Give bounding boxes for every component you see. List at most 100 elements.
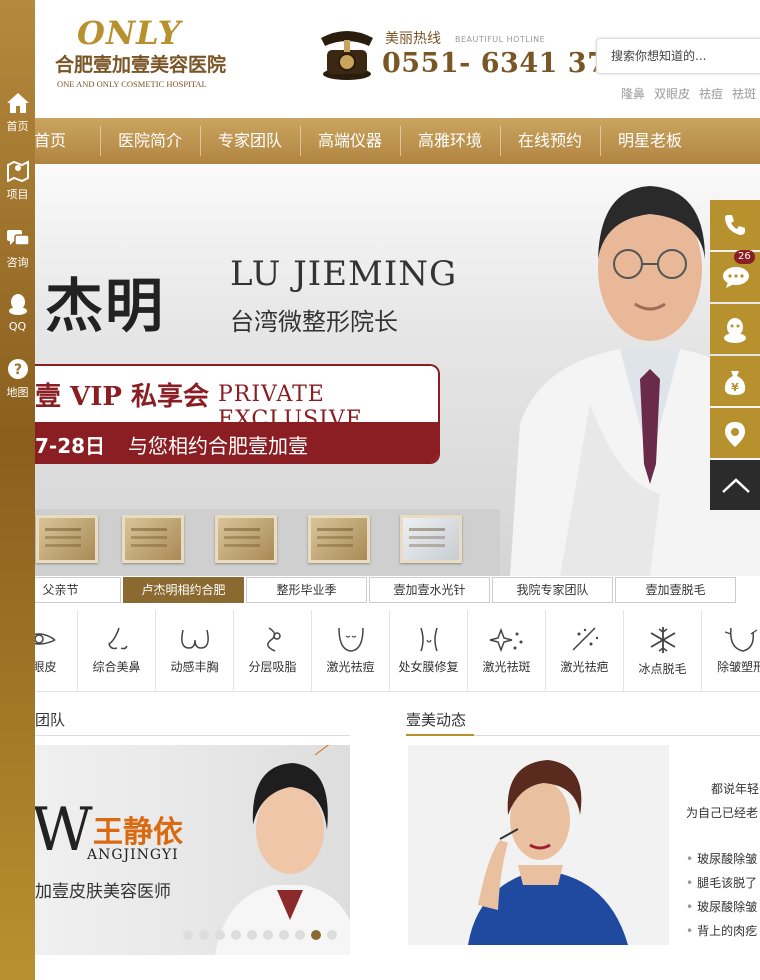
float-location-button[interactable]	[710, 408, 760, 458]
nav-boss[interactable]: 明星老板	[600, 118, 700, 164]
nav-about[interactable]: 医院简介	[100, 118, 200, 164]
header: ONLY 合肥壹加壹美容医院 ONE AND ONLY COSMETIC HOS…	[35, 0, 760, 118]
location-pin-icon	[725, 422, 745, 447]
tab-expert-team[interactable]: 我院专家团队	[492, 577, 613, 603]
carousel-dot-active[interactable]	[311, 930, 321, 940]
money-bag-icon: ¥	[724, 371, 746, 395]
hotline-label: 美丽热线	[385, 31, 441, 47]
laser-icon	[571, 627, 598, 651]
service-label: 激光祛疤	[560, 660, 609, 674]
service-scar[interactable]: 激光祛疤	[546, 610, 624, 692]
news-intro-line1: 都说年轻	[711, 782, 760, 796]
model-photo	[468, 760, 628, 945]
back-to-top-icon	[722, 478, 750, 493]
service-breast[interactable]: 动感丰胸	[156, 610, 234, 692]
svg-text:¥: ¥	[731, 381, 739, 394]
hospital-logo[interactable]: ONLY 合肥壹加壹美容医院 ONE AND ONLY COSMETIC HOS…	[55, 17, 237, 89]
sidebar-item-label: 项目	[6, 188, 29, 201]
team-carousel[interactable]: W 王静依 ANGJINGYI 加壹皮肤美容医师	[35, 745, 350, 955]
team-doctor-name-en: ANGJINGYI	[87, 847, 179, 863]
banner-doctor-title: 台湾微整形院长	[230, 308, 398, 336]
nav-booking[interactable]: 在线预约	[500, 118, 600, 164]
carousel-dot[interactable]	[279, 930, 289, 940]
main-nav: 首页 医院简介 专家团队 高端仪器 高雅环境 在线预约 明星老板	[0, 118, 760, 164]
news-section-title: 壹美动态	[406, 711, 467, 729]
face-icon	[337, 627, 364, 652]
service-nose[interactable]: 综合美鼻	[78, 610, 156, 692]
certificate-image	[122, 515, 184, 563]
vip-top: 壹 VIP 私享会 PRIVATE EXCLUSIVE	[0, 366, 438, 432]
vip-slogan: 与您相约合肥壹加壹	[128, 434, 308, 458]
tag-link[interactable]: 祛痘	[699, 87, 723, 101]
banner-tabs: 父亲节 卢杰明相约合肥 整形毕业季 壹加壹水光针 我院专家团队 壹加壹脱毛	[0, 576, 760, 604]
carousel-dot[interactable]	[295, 930, 305, 940]
doctor-portrait	[215, 745, 350, 955]
news-list-item[interactable]: 背上的肉疙	[686, 922, 757, 939]
team-doctor-role: 加壹皮肤美容医师	[35, 882, 171, 902]
news-list-item[interactable]: 玻尿酸除皱	[686, 898, 757, 915]
vip-date: 7-28日	[35, 434, 106, 458]
service-icons-row: 双眼皮 综合美鼻 动感丰胸 分层吸脂 激光祛痘 处女膜修复 激光祛斑 激光祛疤	[0, 610, 760, 692]
svg-text:?: ?	[13, 362, 21, 378]
sidebar-item-consult[interactable]: 咨询	[0, 228, 35, 270]
news-list-item[interactable]: 玻尿酸除皱	[686, 850, 757, 867]
carousel-dot[interactable]	[327, 930, 337, 940]
carousel-dot[interactable]	[231, 930, 241, 940]
tag-link[interactable]: 双眼皮	[654, 87, 690, 101]
hero-banner[interactable]: 杰明 LU JIEMING 台湾微整形院长 壹 VIP 私享会 PRIVATE …	[0, 164, 760, 576]
service-label: 激光祛斑	[482, 660, 531, 674]
float-chat-button[interactable]: 26	[710, 250, 760, 302]
search-input[interactable]: 搜索你想知道的...	[596, 38, 760, 74]
news-feature-image[interactable]	[408, 745, 669, 945]
sparkle-icon	[489, 627, 522, 652]
sidebar-item-qq[interactable]: QQ	[0, 292, 35, 333]
qq-icon	[8, 294, 27, 315]
float-qq-button[interactable]	[710, 304, 760, 354]
nav-equipment[interactable]: 高端仪器	[300, 118, 400, 164]
page: 首页 项目 咨询 QQ ? 地图 ONLY 合肥壹加壹美容医院 ONE AND …	[0, 0, 760, 980]
nav-experts[interactable]: 专家团队	[200, 118, 300, 164]
vip-bottom: 7-28日 与您相约合肥壹加壹	[0, 422, 438, 462]
tab-hair-removal[interactable]: 壹加壹脱毛	[615, 577, 736, 603]
carousel-dot[interactable]	[183, 930, 193, 940]
team-section-title: 团队	[35, 711, 66, 729]
body-curve-icon	[266, 627, 281, 652]
tag-link[interactable]: 祛斑	[732, 87, 756, 101]
sidebar-item-home[interactable]: 首页	[0, 92, 35, 134]
hotline-label-en: BEAUTIFUL HOTLINE	[455, 35, 546, 44]
service-liposuction[interactable]: 分层吸脂	[234, 610, 312, 692]
float-phone-button[interactable]	[710, 200, 760, 250]
service-acne[interactable]: 激光祛痘	[312, 610, 390, 692]
service-label: 冰点脱毛	[638, 662, 687, 676]
carousel-dot[interactable]	[263, 930, 273, 940]
service-freckle[interactable]: 激光祛斑	[468, 610, 546, 692]
qq-icon	[724, 318, 746, 343]
service-hair-removal[interactable]: 冰点脱毛	[624, 610, 702, 692]
chat-count-badge: 26	[734, 250, 755, 264]
sidebar-item-projects[interactable]: 项目	[0, 160, 35, 202]
carousel-dot[interactable]	[199, 930, 209, 940]
left-sidebar: 首页 项目 咨询 QQ ? 地图	[0, 0, 35, 980]
float-price-button[interactable]: ¥	[710, 356, 760, 406]
carousel-dots	[183, 925, 343, 944]
back-to-top-button[interactable]	[710, 460, 760, 510]
tab-lu-jieming[interactable]: 卢杰明相约合肥	[123, 577, 244, 603]
help-icon: ?	[7, 359, 28, 379]
carousel-dot[interactable]	[247, 930, 257, 940]
logo-chinese-name: 合肥壹加壹美容医院	[55, 54, 227, 76]
tab-graduation[interactable]: 整形毕业季	[246, 577, 367, 603]
service-hymen[interactable]: 处女膜修复	[390, 610, 468, 692]
sidebar-item-map[interactable]: ? 地图	[0, 358, 35, 400]
chat-icon	[6, 230, 30, 246]
team-initial: W	[35, 795, 93, 865]
tag-link[interactable]: 隆鼻	[621, 87, 645, 101]
news-list-item[interactable]: 腿毛该脱了	[686, 874, 757, 891]
nav-environment[interactable]: 高雅环境	[400, 118, 500, 164]
breast-icon	[180, 629, 209, 649]
tab-water-light[interactable]: 壹加壹水光针	[369, 577, 490, 603]
service-wrinkle[interactable]: 除皱塑形	[702, 610, 760, 692]
map-icon	[6, 160, 29, 182]
sidebar-item-label: 咨询	[6, 256, 29, 269]
carousel-dot[interactable]	[215, 930, 225, 940]
banner-doctor-name-en: LU JIEMING	[230, 254, 458, 294]
